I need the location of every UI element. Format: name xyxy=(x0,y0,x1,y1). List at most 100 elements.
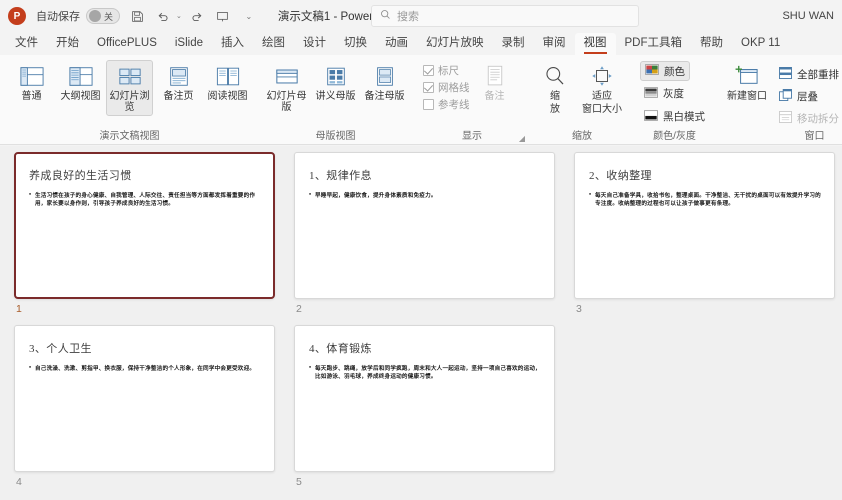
slide-body: 每天自己准备学具，收拾书包，整理桌面。干净整洁、无干扰的桌面可以有效提升学习的专… xyxy=(589,191,822,208)
button-slide-sorter-view[interactable]: 幻灯片浏览 xyxy=(106,60,153,116)
button-label: 全部重排 xyxy=(797,69,839,81)
autosave-toggle[interactable]: 关 xyxy=(86,8,120,24)
button-outline-view[interactable]: 大纲视图 xyxy=(57,60,104,105)
button-label: 移动拆分 xyxy=(797,113,839,125)
tab-draw[interactable]: 绘图 xyxy=(253,33,294,55)
slide-title: 4、体育锻炼 xyxy=(309,343,372,355)
button-blackwhite[interactable]: 黑白模式 xyxy=(640,106,709,127)
button-new-window[interactable]: 新建窗口 xyxy=(721,60,773,105)
start-presentation-icon[interactable] xyxy=(211,5,235,27)
slide-sorter-pane[interactable]: 养成良好的生活习惯 生活习惯在孩子的身心健康、自我管理、人际交往、责任担当等方面… xyxy=(0,146,842,500)
slide-canvas[interactable]: 4、体育锻炼 每天跑步、跳绳，放学后和同学疯跑，周末和大人一起运动，坚持一项自己… xyxy=(294,325,555,472)
checkbox-gridlines[interactable]: 网格线 xyxy=(420,79,473,96)
tab-file[interactable]: 文件 xyxy=(6,33,47,55)
slide-number: 3 xyxy=(576,303,582,315)
slide-canvas[interactable]: 养成良好的生活习惯 生活习惯在孩子的身心健康、自我管理、人际交往、责任担当等方面… xyxy=(14,152,275,299)
slide-canvas[interactable]: 1、规律作息 早睡早起，健康饮食，提升身体素质和免疫力。 xyxy=(294,152,555,299)
button-normal-view[interactable]: 普通 xyxy=(8,60,55,105)
search-icon xyxy=(380,7,391,25)
slide-canvas[interactable]: 2、收纳整理 每天自己准备学具，收拾书包，整理桌面。干净整洁、无干扰的桌面可以有… xyxy=(574,152,835,299)
slide-title: 2、收纳整理 xyxy=(589,170,652,182)
powerpoint-logo-icon: P xyxy=(8,7,26,25)
redo-icon[interactable] xyxy=(185,5,209,27)
button-cascade[interactable]: 层叠 xyxy=(775,86,842,107)
group-master-views: 幻灯片母版 讲义母版 备注母版 母版视图 xyxy=(259,55,412,144)
user-account[interactable]: SHU WAN xyxy=(782,0,834,32)
tab-slideshow[interactable]: 幻灯片放映 xyxy=(417,33,493,55)
save-icon[interactable] xyxy=(125,5,149,27)
button-label: 黑白模式 xyxy=(663,111,705,123)
toggle-knob xyxy=(89,10,101,22)
checkbox-ruler[interactable]: 标尺 xyxy=(420,62,473,79)
button-handout-master[interactable]: 讲义母版 xyxy=(312,60,359,105)
button-label: 颜色 xyxy=(664,65,685,78)
checkbox-box xyxy=(423,82,434,93)
grayscale-icon xyxy=(644,86,658,101)
button-zoom[interactable]: 缩 放 xyxy=(536,60,574,118)
checkbox-label: 参考线 xyxy=(438,99,470,111)
button-notes-master[interactable]: 备注母版 xyxy=(361,60,408,105)
checkbox-guides[interactable]: 参考线 xyxy=(420,96,473,113)
button-notes-page[interactable]: 备注页 xyxy=(155,60,202,105)
button-label: 阅读视图 xyxy=(207,91,248,102)
tab-pdf-toolbox[interactable]: PDF工具箱 xyxy=(616,33,692,55)
button-label: 幻灯片母版 xyxy=(266,91,307,113)
tab-transitions[interactable]: 切换 xyxy=(335,33,376,55)
tab-home[interactable]: 开始 xyxy=(47,33,88,55)
slide-thumbnail-3[interactable]: 2、收纳整理 每天自己准备学具，收拾书包，整理桌面。干净整洁、无干扰的桌面可以有… xyxy=(574,152,835,315)
button-reading-view[interactable]: 阅读视图 xyxy=(204,60,251,105)
slide-thumbnail-2[interactable]: 1、规律作息 早睡早起，健康饮食，提升身体素质和免疫力。 2 xyxy=(294,152,555,315)
group-color-grayscale: 颜色 灰度 黑白模式 颜色/灰度 xyxy=(636,55,713,144)
slide-thumbnail-1[interactable]: 养成良好的生活习惯 生活习惯在孩子的身心健康、自我管理、人际交往、责任担当等方面… xyxy=(14,152,275,315)
button-label: 备注页 xyxy=(163,91,194,102)
button-label: 大纲视图 xyxy=(60,91,101,102)
tab-insert[interactable]: 插入 xyxy=(212,33,253,55)
tab-officeplus[interactable]: OfficePLUS xyxy=(88,33,166,55)
slide-body: 早睡早起，健康饮食，提升身体素质和免疫力。 xyxy=(309,191,542,200)
autosave-label: 自动保存 xyxy=(36,11,80,23)
slide-number: 1 xyxy=(16,303,22,315)
notes-page-icon xyxy=(167,63,191,89)
slide-number: 5 xyxy=(296,476,302,488)
button-fit-to-window[interactable]: 适应 窗口大小 xyxy=(576,60,628,118)
button-arrange-all[interactable]: 全部重排 xyxy=(775,64,842,85)
button-label: 备注 xyxy=(484,91,505,102)
button-label-line2: 窗口大小 xyxy=(582,104,622,115)
slide-canvas[interactable]: 3、个人卫生 自己洗澡、洗漱、剪指甲、换衣服，保持干净整洁的个人形象，在同学中会… xyxy=(14,325,275,472)
slide-body: 生活习惯在孩子的身心健康、自我管理、人际交往、责任担当等方面都发挥着重要的作用，… xyxy=(29,191,262,208)
button-label: 幻灯片浏览 xyxy=(109,91,150,113)
checkbox-label: 标尺 xyxy=(438,65,459,77)
checkbox-box xyxy=(423,99,434,110)
tab-okp11[interactable]: OKP 11 xyxy=(732,33,789,55)
group-title: 显示 xyxy=(462,131,482,142)
group-presentation-views: 普通 大纲视图 幻灯片浏览 备注页 阅读视图 演示文稿视图 xyxy=(4,55,255,144)
button-notes: 备注 xyxy=(475,60,515,105)
user-name: SHU WAN xyxy=(782,10,834,22)
slide-thumbnail-5[interactable]: 4、体育锻炼 每天跑步、跳绳，放学后和同学疯跑，周末和大人一起运动，坚持一项自己… xyxy=(294,325,555,488)
group-show: 标尺 网格线 参考线 备注 显示 ◢ xyxy=(416,55,528,144)
undo-icon[interactable] xyxy=(151,5,175,27)
tab-design[interactable]: 设计 xyxy=(294,33,335,55)
tab-view[interactable]: 视图 xyxy=(574,33,616,55)
tab-islide[interactable]: iSlide xyxy=(166,33,212,55)
tab-record[interactable]: 录制 xyxy=(493,33,534,55)
button-grayscale[interactable]: 灰度 xyxy=(640,83,688,104)
button-color[interactable]: 颜色 xyxy=(640,61,690,81)
normal-view-icon xyxy=(19,63,44,89)
tab-animations[interactable]: 动画 xyxy=(376,33,417,55)
button-slide-master[interactable]: 幻灯片母版 xyxy=(263,60,310,116)
search-placeholder: 搜索 xyxy=(397,11,419,23)
button-label: 备注母版 xyxy=(364,91,405,102)
slide-sorter-icon xyxy=(118,63,142,89)
button-label: 灰度 xyxy=(663,88,684,100)
search-input[interactable]: 搜索 xyxy=(371,5,639,27)
show-dialog-launcher[interactable]: ◢ xyxy=(519,134,525,143)
tab-review[interactable]: 审阅 xyxy=(534,33,575,55)
group-window: 新建窗口 全部重排 层叠 移动拆分 窗口 xyxy=(717,55,842,144)
button-label: 普通 xyxy=(21,91,42,102)
notes-icon xyxy=(484,63,506,89)
reading-view-icon xyxy=(216,63,240,89)
more-commands-icon[interactable]: ⌄ xyxy=(237,5,261,27)
tab-help[interactable]: 帮助 xyxy=(691,33,732,55)
slide-thumbnail-4[interactable]: 3、个人卫生 自己洗澡、洗漱、剪指甲、换衣服，保持干净整洁的个人形象，在同学中会… xyxy=(14,325,275,488)
